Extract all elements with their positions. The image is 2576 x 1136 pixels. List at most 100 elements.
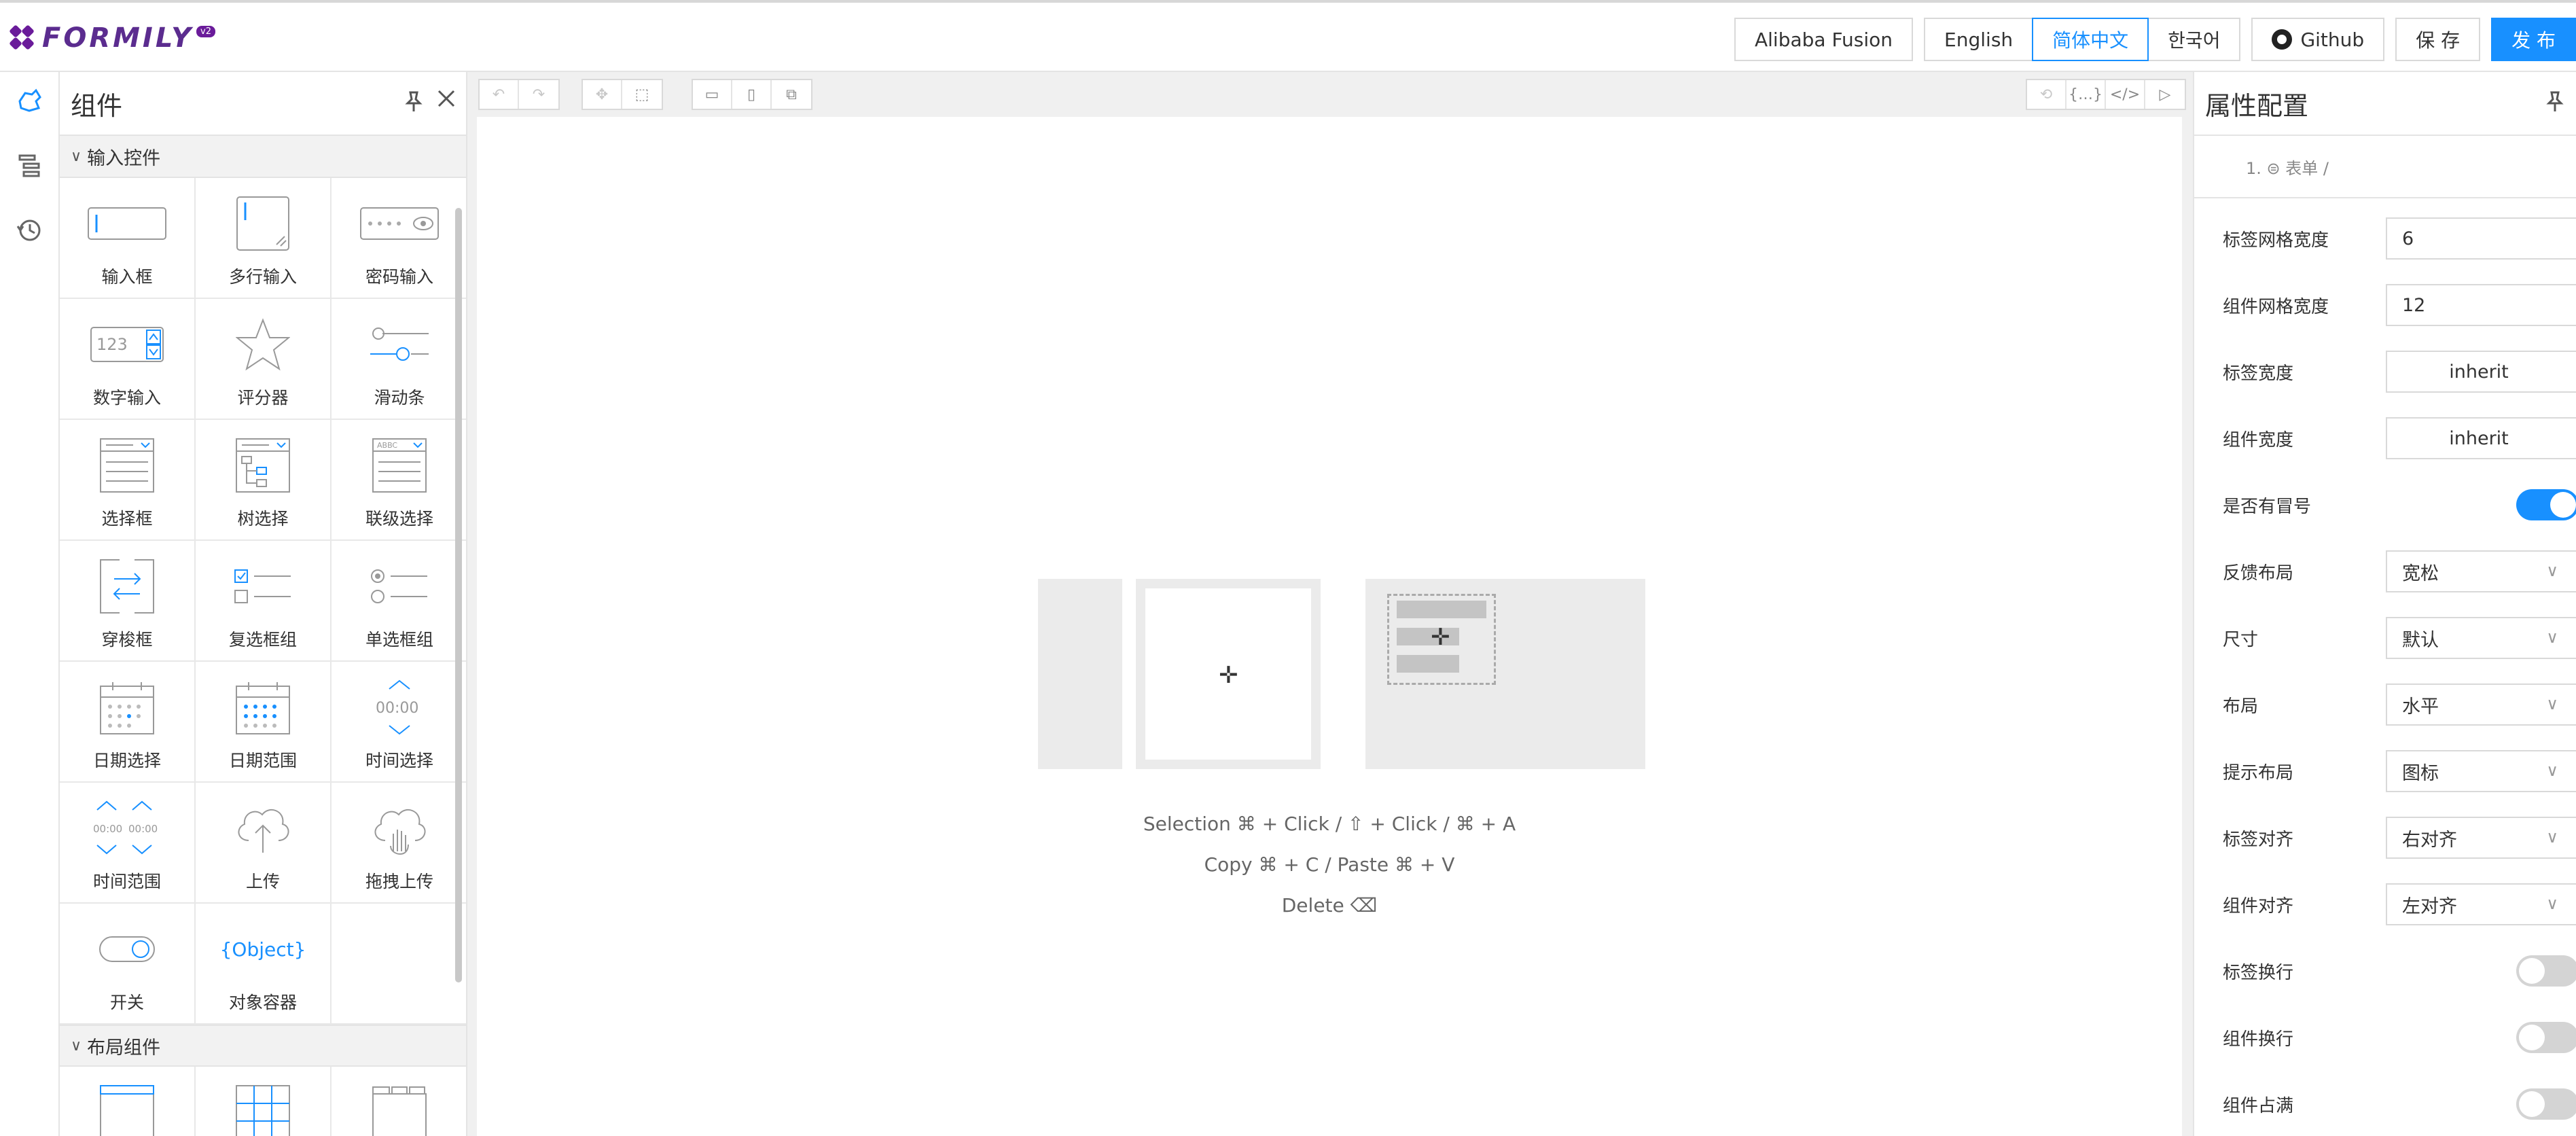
component-layout-grid[interactable]: [196, 1067, 332, 1136]
number-input-icon: 123: [86, 314, 168, 375]
logo-text: FORMILY: [42, 22, 194, 54]
component-password[interactable]: 密码输入: [332, 178, 466, 299]
calendar-icon: [86, 677, 168, 738]
pin-icon[interactable]: [404, 90, 424, 118]
component-select[interactable]: 选择框: [60, 420, 196, 541]
code-icon[interactable]: </>: [2106, 80, 2145, 109]
group-title: 输入控件: [87, 147, 161, 169]
component-label: 复选框组: [228, 630, 297, 650]
wrapper-wrap-toggle[interactable]: [2516, 1022, 2576, 1053]
label-align-select[interactable]: 右对齐 ∨: [2386, 817, 2576, 859]
component-layout-tabs[interactable]: [332, 1067, 466, 1136]
form-bar: [1397, 601, 1486, 618]
cascader-icon-text: ABBC: [377, 441, 397, 450]
lang-english-button[interactable]: English: [1924, 18, 2033, 61]
component-icon[interactable]: [14, 86, 45, 117]
wrapper-width-input[interactable]: inherit: [2386, 417, 2576, 459]
size-select[interactable]: 默认 ∨: [2386, 617, 2576, 659]
component-number[interactable]: 123 数字输入: [60, 299, 196, 420]
node-breadcrumb[interactable]: 1. ⊜ 表单 /: [2194, 136, 2576, 198]
component-textarea[interactable]: 多行输入: [196, 178, 332, 299]
label-col-input[interactable]: 6: [2386, 217, 2576, 260]
github-button[interactable]: Github: [2251, 18, 2385, 61]
time-picker-icon: 00:00: [359, 677, 440, 738]
select-value: 水平: [2402, 696, 2439, 717]
prop-label: 反馈布局: [2223, 563, 2294, 584]
label-width-input[interactable]: inherit: [2386, 351, 2576, 393]
close-icon[interactable]: [436, 87, 457, 115]
component-label: 评分器: [237, 388, 289, 408]
pin-icon[interactable]: [2545, 90, 2565, 118]
select-value: 宽松: [2402, 563, 2439, 584]
colon-toggle[interactable]: [2516, 489, 2576, 520]
prop-row: 组件对齐 左对齐 ∨: [2194, 871, 2576, 938]
component-input[interactable]: 输入框: [60, 178, 196, 299]
component-layout-card[interactable]: [60, 1067, 196, 1136]
design-canvas[interactable]: ✛ ✛ Selection ⌘ + Click / ⇧ + Click / ⌘ …: [477, 117, 2182, 1136]
time-range-icon: 00:00 00:00: [86, 798, 168, 859]
lang-korean-button[interactable]: 한국어: [2149, 18, 2241, 61]
feedback-layout-select[interactable]: 宽松 ∨: [2386, 550, 2576, 592]
wrapper-align-select[interactable]: 左对齐 ∨: [2386, 883, 2576, 925]
cursor-controls: ✥ ⬚: [582, 79, 663, 110]
publish-button[interactable]: 发 布: [2491, 18, 2576, 61]
outline-tree-icon[interactable]: [14, 149, 45, 181]
tooltip-layout-select[interactable]: 图标 ∨: [2386, 750, 2576, 792]
prop-label: 组件换行: [2223, 1029, 2294, 1050]
chevron-down-icon: ∨: [2546, 694, 2558, 713]
component-transfer[interactable]: 穿梭框: [60, 541, 196, 662]
save-button[interactable]: 保 存: [2395, 18, 2481, 61]
play-icon[interactable]: ▷: [2145, 80, 2185, 109]
group-header-inputs[interactable]: ∨ 输入控件: [60, 136, 466, 178]
component-upload-dragger[interactable]: 拖拽上传: [332, 783, 466, 904]
github-label: Github: [2300, 28, 2365, 51]
desktop-icon[interactable]: ▭: [693, 80, 732, 109]
component-date-range[interactable]: 日期范围: [196, 662, 332, 783]
component-rate[interactable]: 评分器: [196, 299, 332, 420]
component-date-picker[interactable]: 日期选择: [60, 662, 196, 783]
responsive-icon[interactable]: ⧉: [772, 80, 811, 109]
move-icon[interactable]: ✥: [583, 80, 622, 109]
wrapper-col-input[interactable]: 12: [2386, 284, 2576, 326]
component-slider[interactable]: 滑动条: [332, 299, 466, 420]
component-time-picker[interactable]: 00:00 时间选择: [332, 662, 466, 783]
calendar-range-icon: [222, 677, 304, 738]
prop-label: 组件网格宽度: [2223, 296, 2329, 317]
design-view-icon[interactable]: ⟲: [2027, 80, 2067, 109]
component-object[interactable]: {Object} 对象容器: [196, 904, 332, 1025]
redo-icon[interactable]: ↷: [519, 80, 558, 109]
properties-header: 属性配置: [2194, 72, 2576, 136]
layout-select[interactable]: 水平 ∨: [2386, 684, 2576, 726]
undo-icon[interactable]: ↶: [480, 80, 519, 109]
lang-chinese-button[interactable]: 简体中文: [2032, 18, 2149, 61]
formily-logo[interactable]: FORMILY v2: [9, 22, 216, 54]
label-wrap-toggle[interactable]: [2516, 955, 2576, 987]
chevron-down-icon: ∨: [2546, 828, 2558, 847]
mobile-icon[interactable]: ▯: [732, 80, 772, 109]
prop-row: 标签对齐 右对齐 ∨: [2194, 804, 2576, 871]
components-scrollbar[interactable]: [455, 208, 462, 982]
empty-cell: [332, 904, 466, 1025]
json-tree-icon[interactable]: {…}: [2067, 80, 2106, 109]
properties-panel: 属性配置 1. ⊜ 表单 / 标签网格宽度 6 组件网格宽度 12 标签宽度 i…: [2193, 72, 2576, 1136]
chevron-down-icon: ∨: [2546, 561, 2558, 580]
select-value: 默认: [2402, 629, 2439, 651]
alibaba-fusion-button[interactable]: Alibaba Fusion: [1734, 18, 1914, 61]
left-rail: [0, 72, 60, 1136]
component-cascader[interactable]: ABBC 联级选择: [332, 420, 466, 541]
component-radio-group[interactable]: 单选框组: [332, 541, 466, 662]
group-header-layout[interactable]: ∨ 布局组件: [60, 1025, 466, 1067]
prop-row: 提示布局 图标 ∨: [2194, 738, 2576, 804]
full-width-toggle[interactable]: [2516, 1088, 2576, 1120]
selection-icon[interactable]: ⬚: [622, 80, 662, 109]
component-switch[interactable]: 开关: [60, 904, 196, 1025]
history-icon[interactable]: [14, 215, 45, 246]
prop-label: 标签网格宽度: [2223, 230, 2329, 251]
component-label: 时间范围: [92, 872, 161, 891]
component-checkbox-group[interactable]: 复选框组: [196, 541, 332, 662]
component-upload[interactable]: 上传: [196, 783, 332, 904]
component-tree-select[interactable]: 树选择: [196, 420, 332, 541]
hint-selection: Selection ⌘ + Click / ⇧ + Click / ⌘ + A: [1143, 813, 1516, 835]
component-time-range[interactable]: 00:00 00:00 时间范围: [60, 783, 196, 904]
prop-row: 是否有冒号: [2194, 472, 2576, 538]
